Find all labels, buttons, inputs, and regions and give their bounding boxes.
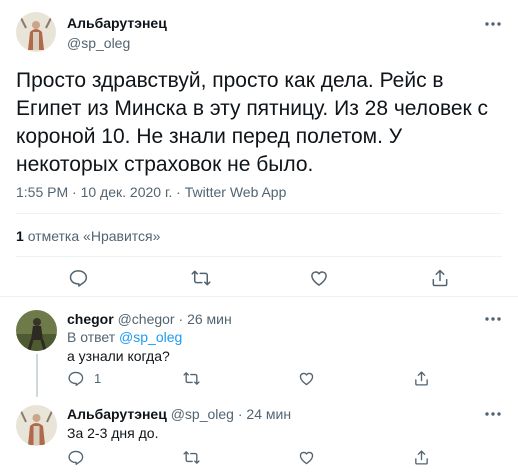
more-horizontal-icon[interactable]	[484, 315, 502, 323]
reply-text: За 2-3 дня до.	[67, 425, 159, 441]
meta-separator: ·	[176, 184, 181, 200]
header-separator: ·	[178, 311, 184, 327]
avatar[interactable]	[16, 405, 57, 446]
reply-tweet[interactable]: Альбарутэнец @sp_oleg · 24 мин За 2-3 дн…	[0, 397, 518, 476]
divider	[16, 256, 502, 257]
replying-to-handle[interactable]: @sp_oleg	[119, 329, 182, 345]
tweet-date[interactable]: 10 дек. 2020 г.	[81, 184, 173, 200]
replying-to-label: В ответ	[67, 329, 116, 345]
replying-to: В ответ @sp_oleg	[67, 329, 182, 345]
reply-time[interactable]: 26 мин	[187, 311, 232, 327]
reply-count: 1	[94, 371, 102, 386]
retweet-button[interactable]	[183, 449, 200, 466]
reply-button[interactable]	[67, 449, 84, 466]
author-handle[interactable]: @sp_oleg	[171, 406, 234, 422]
reply-bubble-icon	[68, 371, 84, 386]
thread-line	[36, 354, 38, 397]
author-name[interactable]: chegor	[67, 311, 114, 327]
heart-icon	[299, 451, 314, 465]
likes-count: 1	[16, 228, 24, 244]
retweet-icon	[183, 451, 200, 464]
tweet-time[interactable]: 1:55 PM	[16, 184, 68, 200]
more-horizontal-icon[interactable]	[484, 20, 502, 28]
reply-text: а узнали когда?	[67, 348, 170, 364]
share-upload-icon	[415, 450, 428, 465]
divider	[16, 213, 502, 214]
reply-button[interactable]: 1	[67, 370, 101, 387]
tweet-source[interactable]: Twitter Web App	[185, 184, 287, 200]
like-button[interactable]	[298, 370, 315, 387]
more-horizontal-icon[interactable]	[484, 410, 502, 418]
author-name[interactable]: Альбарутэнец	[67, 406, 167, 422]
likes-label: отметка «Нравится»	[27, 228, 161, 244]
avatar[interactable]	[16, 310, 57, 351]
meta-separator: ·	[72, 184, 77, 200]
retweet-button[interactable]	[191, 268, 211, 288]
reply-header: chegor @chegor · 26 мин	[67, 311, 232, 327]
heart-icon	[299, 372, 314, 386]
share-button[interactable]	[430, 268, 450, 288]
retweet-icon	[191, 270, 211, 286]
main-tweet: Альбарутэнец @sp_oleg Просто здравствуй,…	[0, 0, 518, 297]
avatar[interactable]	[16, 12, 56, 52]
share-upload-icon	[415, 371, 428, 386]
reply-header: Альбарутэнец @sp_oleg · 24 мин	[67, 406, 291, 422]
like-button[interactable]	[298, 449, 315, 466]
retweet-icon	[183, 372, 200, 385]
tweet-meta: 1:55 PM · 10 дек. 2020 г. · Twitter Web …	[16, 184, 286, 200]
reply-tweet[interactable]: chegor @chegor · 26 мин В ответ @sp_oleg…	[0, 297, 518, 397]
header-separator: ·	[237, 406, 243, 422]
reply-button[interactable]	[68, 268, 88, 288]
reply-time[interactable]: 24 мин	[246, 406, 291, 422]
author-handle[interactable]: @sp_oleg	[67, 35, 130, 51]
likes-summary[interactable]: 1 отметка «Нравится»	[16, 228, 160, 244]
reply-bubble-icon	[68, 450, 84, 465]
tweet-text: Просто здравствуй, просто как дела. Рейс…	[16, 69, 489, 176]
retweet-button[interactable]	[183, 370, 200, 387]
reply-bubble-icon	[69, 270, 88, 287]
share-button[interactable]	[413, 370, 430, 387]
heart-icon	[311, 271, 327, 286]
share-upload-icon	[432, 269, 448, 287]
author-name[interactable]: Альбарутэнец	[67, 15, 167, 31]
share-button[interactable]	[413, 449, 430, 466]
like-button[interactable]	[309, 268, 329, 288]
author-handle[interactable]: @chegor	[118, 311, 175, 327]
